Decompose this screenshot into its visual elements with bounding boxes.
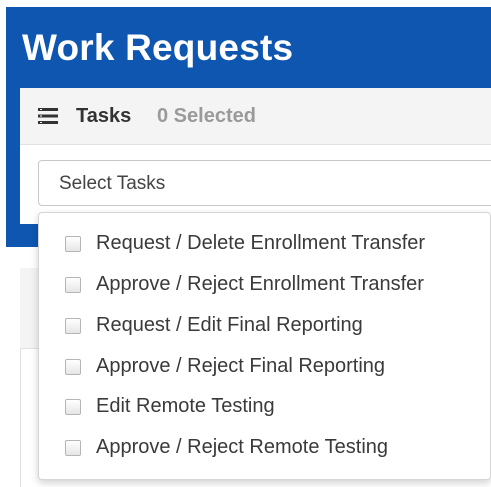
checkbox[interactable] [65,277,81,293]
option-label: Request / Edit Final Reporting [96,314,363,336]
checkbox[interactable] [65,399,81,415]
option-edit-remote-testing[interactable]: Edit Remote Testing [39,387,490,427]
select-tasks-dropdown[interactable]: Select Tasks [38,160,491,206]
option-approve-reject-enrollment-transfer[interactable]: Approve / Reject Enrollment Transfer [39,265,490,305]
checkbox[interactable] [65,359,81,375]
tasks-dropdown-menu: Request / Delete Enrollment Transfer App… [38,212,491,480]
option-approve-reject-remote-testing[interactable]: Approve / Reject Remote Testing [39,428,490,468]
option-label: Approve / Reject Enrollment Transfer [96,273,424,295]
option-request-delete-enrollment-transfer[interactable]: Request / Delete Enrollment Transfer [39,224,490,264]
tasks-card: Tasks 0 Selected Select Tasks [20,88,491,224]
option-label: Approve / Reject Final Reporting [96,355,386,377]
selected-count: 0 Selected [157,105,256,127]
checkbox[interactable] [65,236,81,252]
tasks-card-header: Tasks 0 Selected [20,88,491,145]
list-icon [38,108,58,124]
option-label: Request / Delete Enrollment Transfer [96,232,426,254]
option-label: Approve / Reject Remote Testing [96,436,389,458]
select-tasks-value: Select Tasks [59,173,166,194]
checkbox[interactable] [65,318,81,334]
option-approve-reject-final-reporting[interactable]: Approve / Reject Final Reporting [39,347,490,387]
checkbox[interactable] [65,440,81,456]
tasks-label: Tasks [76,105,132,127]
page-title: Work Requests [22,27,294,68]
option-request-edit-final-reporting[interactable]: Request / Edit Final Reporting [39,306,490,346]
option-label: Edit Remote Testing [96,395,275,417]
